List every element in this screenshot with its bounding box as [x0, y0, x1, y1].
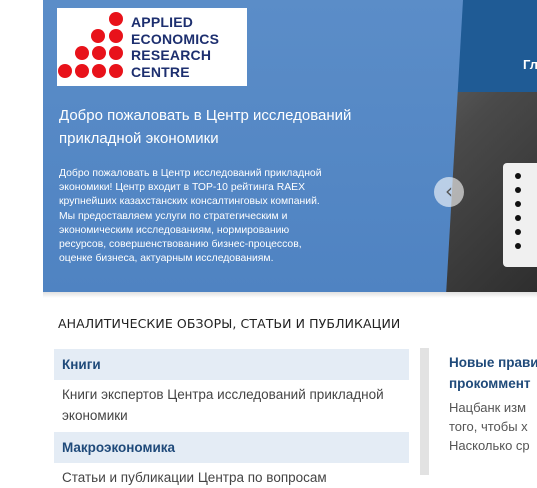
news-title[interactable]: Новые прави прокоммент	[449, 352, 537, 394]
site-logo[interactable]: APPLIED ECONOMICS RESEARCH CENTRE	[57, 8, 247, 86]
card-title[interactable]: Книги	[54, 349, 409, 380]
logo-dot	[92, 64, 106, 78]
card-description: Статьи и публикации Центра по вопросам	[62, 470, 327, 485]
bullet-dot	[515, 229, 521, 235]
category-card-macroeconomics[interactable]: Макроэкономика Статьи и публикации Центр…	[54, 432, 409, 488]
logo-dot	[92, 46, 106, 60]
logo-dot	[109, 64, 123, 78]
column-divider	[420, 348, 429, 475]
news-title-line: прокоммент	[449, 376, 531, 391]
bullet-dot	[515, 201, 521, 207]
nav-item-home[interactable]: Гл	[523, 57, 537, 72]
logo-dot	[75, 46, 89, 60]
hero-banner: Гл APPLIED ECONOMICS RESEARCH CENTRE Доб…	[43, 0, 537, 292]
news-text-line: Нацбанк изм	[449, 400, 527, 415]
logo-dot	[75, 64, 89, 78]
logo-dot	[109, 12, 123, 26]
bullet-dot	[515, 173, 521, 179]
card-title[interactable]: Макроэкономика	[54, 432, 409, 463]
chevron-left-icon: ‹	[445, 179, 453, 203]
news-text-line: того, чтобы х	[449, 419, 528, 434]
news-item[interactable]: Новые прави прокоммент Нацбанк изм того,…	[449, 352, 537, 455]
news-excerpt: Нацбанк изм того, чтобы х Насколько ср	[449, 398, 537, 455]
bullet-dot	[515, 215, 521, 221]
logo-text: APPLIED ECONOMICS RESEARCH CENTRE	[131, 14, 247, 80]
document-image	[503, 163, 537, 267]
logo-line: ECONOMICS	[131, 30, 220, 47]
section-title: АНАЛИТИЧЕСКИЕ ОБЗОРЫ, СТАТЬИ И ПУБЛИКАЦИ…	[58, 316, 401, 331]
hero-panel: APPLIED ECONOMICS RESEARCH CENTRE Добро …	[43, 0, 463, 292]
category-card-books[interactable]: Книги Книги экспертов Центра исследовани…	[54, 349, 409, 426]
logo-dot	[109, 46, 123, 60]
bullet-dot	[515, 187, 521, 193]
logo-line: CENTRE	[131, 63, 190, 80]
logo-line: APPLIED	[131, 14, 194, 30]
news-title-line: Новые прави	[449, 355, 537, 370]
slider-prev-button[interactable]: ‹	[434, 177, 464, 207]
bullet-dot	[515, 243, 521, 249]
logo-line: RESEARCH	[131, 47, 212, 63]
logo-dot	[91, 29, 105, 43]
hero-description: Добро пожаловать в Центр исследований пр…	[59, 168, 322, 265]
logo-dot	[58, 64, 72, 78]
hero-shadow	[43, 292, 537, 298]
logo-dot	[109, 29, 123, 43]
card-description: Книги экспертов Центра исследований прик…	[62, 387, 384, 423]
hero-title: Добро пожаловать в Центр исследований пр…	[59, 107, 352, 147]
news-text-line: Насколько ср	[449, 438, 530, 453]
